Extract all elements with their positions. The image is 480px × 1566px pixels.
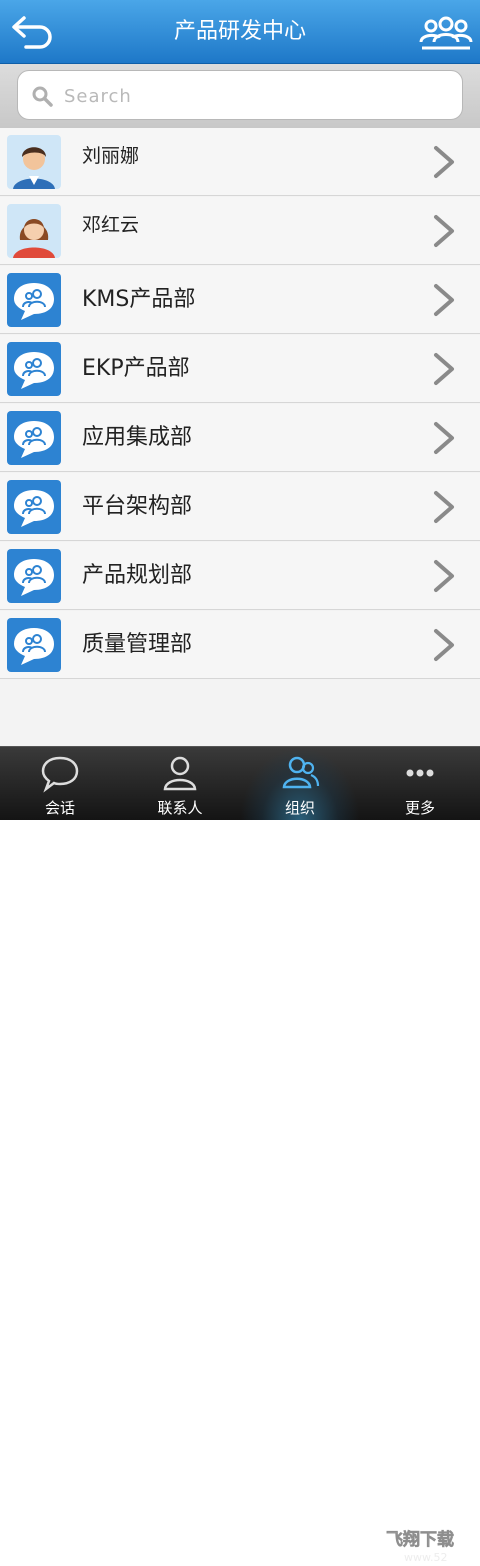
svg-text:飞翔下载: 飞翔下载 [386, 1529, 454, 1550]
search-icon [32, 86, 53, 107]
tab-contacts[interactable]: 联系人 [120, 747, 240, 820]
list-item[interactable]: 应用集成部 [0, 404, 480, 472]
tab-label: 会话 [44, 799, 75, 817]
chevron-right-icon [434, 422, 454, 454]
chevron-right-icon [434, 284, 454, 316]
list-item-label: EKP产品部 [82, 356, 190, 381]
bottom-tab-bar: 会话 联系人 组织 更多 飞翔下载 www.52 [0, 746, 480, 1564]
group-chat-icon [7, 273, 61, 327]
svg-text:www.52: www.52 [404, 1551, 447, 1564]
more-icon [406, 769, 434, 777]
list-item-label: 质量管理部 [82, 632, 193, 657]
page-title: 产品研发中心 [173, 19, 306, 44]
list-item[interactable]: 邓红云 [0, 197, 480, 265]
chevron-right-icon [434, 560, 454, 592]
group-chat-icon [7, 549, 61, 603]
list-item-label: 应用集成部 [82, 425, 193, 450]
watermark-logo: 飞翔下载 www.52 [386, 1529, 455, 1564]
tab-organization[interactable]: 组织 [240, 747, 360, 820]
chevron-right-icon [434, 215, 454, 247]
list-item-label: 刘丽娜 [82, 145, 140, 167]
tab-label: 更多 [404, 799, 435, 817]
list-item-label: KMS产品部 [82, 287, 196, 312]
list-item[interactable]: 刘丽娜 [0, 128, 480, 196]
list-item[interactable]: KMS产品部 [0, 266, 480, 334]
chevron-right-icon [434, 353, 454, 385]
search-input[interactable] [62, 81, 446, 111]
group-chat-icon [7, 618, 61, 672]
chevron-right-icon [434, 146, 454, 178]
list-item-label: 平台架构部 [82, 494, 193, 519]
search-field[interactable] [17, 70, 463, 120]
chevron-right-icon [434, 629, 454, 661]
tab-label: 联系人 [157, 799, 203, 817]
list-item-label: 产品规划部 [82, 563, 193, 588]
group-chat-icon [7, 342, 61, 396]
list-item-label: 邓红云 [82, 214, 140, 236]
chat-bubble-icon [41, 756, 79, 793]
list-item[interactable]: 平台架构部 [0, 473, 480, 541]
organization-chart-icon[interactable] [418, 8, 474, 54]
contact-person-icon [163, 756, 197, 791]
chevron-right-icon [434, 491, 454, 523]
header-bar: 产品研发中心 [0, 0, 480, 64]
organization-list: 刘丽娜 邓红云 KMS产品部 EKP产品部 应用集成部 平台架构部 产品规划部 … [0, 128, 480, 746]
group-chat-icon [7, 411, 61, 465]
list-item[interactable]: 产品规划部 [0, 542, 480, 610]
list-item[interactable]: 质量管理部 [0, 611, 480, 679]
list-item[interactable]: EKP产品部 [0, 335, 480, 403]
tab-label: 组织 [284, 799, 315, 817]
organization-icon [282, 756, 320, 789]
tab-more[interactable]: 更多 [360, 747, 480, 820]
group-chat-icon [7, 480, 61, 534]
search-bar [0, 64, 480, 128]
tab-chat[interactable]: 会话 [0, 747, 120, 820]
female-avatar-icon [7, 204, 61, 258]
male-avatar-icon [7, 135, 61, 189]
